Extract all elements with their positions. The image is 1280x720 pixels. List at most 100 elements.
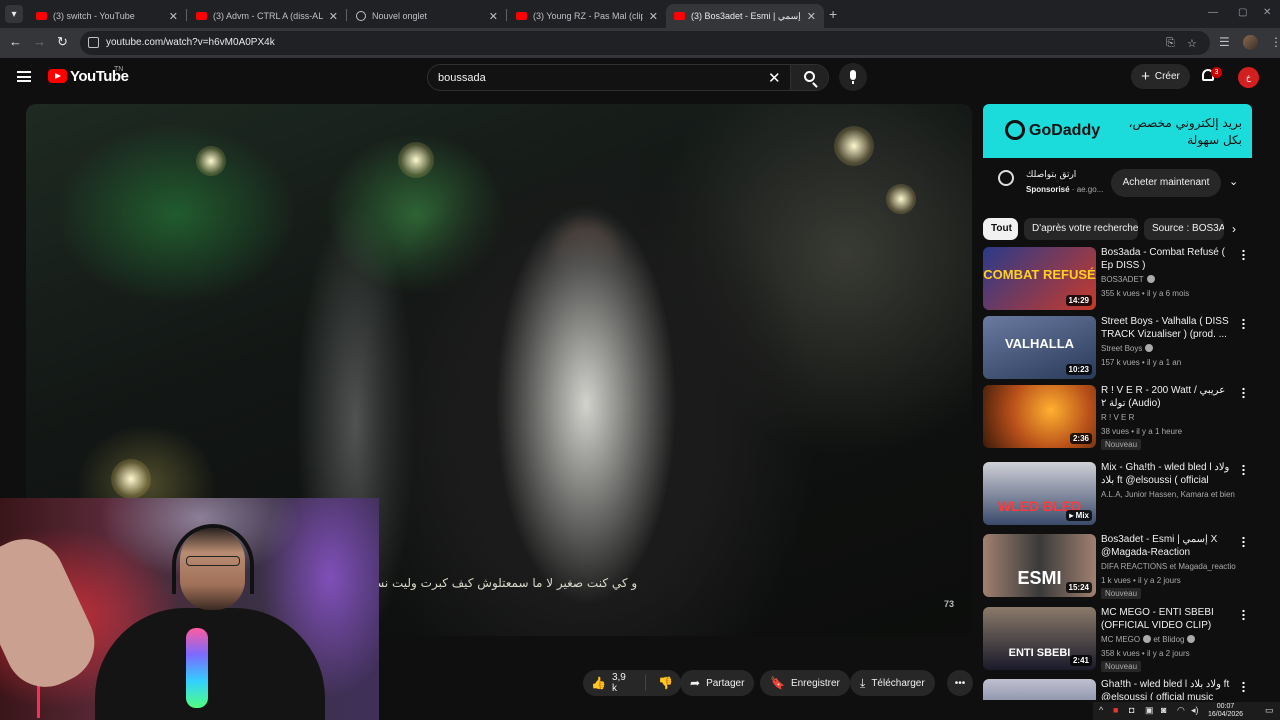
- forward-icon[interactable]: →: [33, 34, 46, 49]
- ad-card[interactable]: GoDaddy بريد إلكتروني مخصص، بكل سهولة ار…: [983, 104, 1252, 208]
- tray-expand-icon[interactable]: ^: [1099, 705, 1103, 715]
- close-icon[interactable]: ✕: [649, 10, 658, 23]
- video-title[interactable]: Street Boys - Valhalla ( DISS TRACK Vizu…: [1101, 315, 1236, 341]
- tray-app-icon[interactable]: ◘: [1129, 705, 1134, 715]
- chip-all[interactable]: Tout: [983, 218, 1018, 240]
- video-thumbnail[interactable]: ESMI 15:24: [983, 534, 1096, 597]
- channel-name[interactable]: A.L.A, Junior Hassen, Kamara et bien plu…: [1101, 490, 1236, 499]
- extensions-icon[interactable]: ☰: [1219, 35, 1230, 49]
- back-icon[interactable]: ←: [9, 34, 22, 49]
- download-button[interactable]: ⤓ Télécharger: [850, 670, 935, 696]
- share-button[interactable]: ➦ Partager: [680, 670, 755, 696]
- more-options-icon[interactable]: [1242, 536, 1245, 548]
- search-button[interactable]: [790, 65, 828, 90]
- duration-badge: 2:41: [1069, 655, 1092, 666]
- ad-banner[interactable]: GoDaddy بريد إلكتروني مخصص، بكل سهولة: [983, 104, 1252, 158]
- close-icon[interactable]: ✕: [489, 10, 498, 23]
- browser-tab[interactable]: Nouvel onglet ✕: [348, 4, 506, 28]
- video-thumbnail[interactable]: [983, 679, 1096, 700]
- search-input[interactable]: boussada: [438, 72, 486, 84]
- channel-name[interactable]: DIFA REACTIONS et Magada_reaction: [1101, 562, 1236, 571]
- video-title[interactable]: Mix - Gha!th - wled bled l ولاد بلاد ft …: [1101, 461, 1236, 487]
- recommended-video[interactable]: VALHALLA 10:23 Street Boys - Valhalla ( …: [983, 314, 1252, 380]
- video-thumbnail[interactable]: ENTI SBEBI 2:41: [983, 607, 1096, 670]
- chevron-down-icon[interactable]: ⌄: [1229, 175, 1238, 188]
- recommended-video[interactable]: 2:36 R ! V E R - 200 Watt / عريبي تولة ٢…: [983, 383, 1252, 450]
- video-thumbnail[interactable]: WLED BLED ▸ Mix: [983, 462, 1096, 525]
- notification-center-icon[interactable]: ▭: [1265, 705, 1274, 716]
- bookmark-star-icon[interactable]: ☆: [1187, 37, 1197, 50]
- profile-avatar[interactable]: [1243, 35, 1258, 50]
- more-options-icon[interactable]: [1242, 681, 1245, 693]
- window-close-icon[interactable]: ✕: [1263, 7, 1271, 18]
- ad-cta-button[interactable]: Acheter maintenant: [1111, 169, 1221, 197]
- chip-search-related[interactable]: D'après votre recherche: [1024, 218, 1138, 240]
- volume-icon[interactable]: ◂): [1191, 705, 1199, 716]
- tray-app-icon[interactable]: ■: [1113, 705, 1118, 715]
- voice-search-button[interactable]: [839, 63, 867, 91]
- more-options-icon[interactable]: [1242, 387, 1245, 399]
- more-options-icon[interactable]: [1242, 318, 1245, 330]
- chevron-right-icon[interactable]: ›: [1232, 222, 1236, 236]
- close-icon[interactable]: ✕: [329, 10, 338, 23]
- close-icon[interactable]: ✕: [169, 10, 178, 23]
- wifi-icon[interactable]: ◠: [1177, 705, 1185, 716]
- new-tab-icon[interactable]: +: [829, 6, 837, 22]
- minimize-icon[interactable]: —: [1208, 7, 1218, 18]
- reload-icon[interactable]: ↻: [57, 34, 68, 50]
- video-watermark: 73: [944, 599, 955, 609]
- mix-badge: ▸ Mix: [1066, 510, 1092, 521]
- recommended-video[interactable]: ENTI SBEBI 2:41 MC MEGO - ENTI SBEBI (OF…: [983, 605, 1252, 672]
- more-options-icon[interactable]: [1242, 609, 1245, 621]
- more-options-icon[interactable]: [1242, 464, 1245, 476]
- ad-title[interactable]: ارتق بتواصلك: [1026, 170, 1076, 180]
- like-count[interactable]: 3,9 k: [612, 672, 633, 694]
- system-clock[interactable]: 00:07 16/04/2026: [1208, 703, 1243, 719]
- browser-menu-icon[interactable]: ⋮: [1270, 35, 1280, 49]
- recommended-video[interactable]: Gha!th - wled bled l ولاد بلاد ft @elsou…: [983, 677, 1252, 700]
- more-actions-button[interactable]: •••: [947, 670, 973, 696]
- maximize-icon[interactable]: ▢: [1238, 7, 1247, 18]
- video-thumbnail[interactable]: 2:36: [983, 385, 1096, 448]
- chip-source[interactable]: Source : BOS3ADET: [1144, 218, 1224, 240]
- hamburger-menu-icon[interactable]: [17, 71, 31, 82]
- site-info-icon[interactable]: [88, 37, 99, 48]
- video-title[interactable]: Bos3ada - Combat Refusé ( Ep DISS ): [1101, 246, 1236, 272]
- video-thumbnail[interactable]: COMBAT REFUSÉ 14:29: [983, 247, 1096, 310]
- recommended-video[interactable]: COMBAT REFUSÉ 14:29 Bos3ada - Combat Ref…: [983, 245, 1252, 311]
- tray-app-icon[interactable]: ◙: [1161, 705, 1166, 715]
- channel-name[interactable]: BOS3ADET: [1101, 275, 1236, 284]
- recommended-video[interactable]: ESMI 15:24 Bos3adet - Esmi | إسمي X @Mag…: [983, 532, 1252, 599]
- video-title[interactable]: Gha!th - wled bled l ولاد بلاد ft @elsou…: [1101, 678, 1236, 700]
- video-title[interactable]: Bos3adet - Esmi | إسمي X @Magada-Reactio…: [1101, 533, 1236, 559]
- tab-search-icon[interactable]: ▾: [5, 5, 23, 23]
- save-button[interactable]: 🔖 Enregistrer: [760, 670, 850, 696]
- youtube-logo-icon[interactable]: [48, 69, 67, 83]
- create-button[interactable]: + Créer: [1131, 64, 1190, 89]
- channel-name[interactable]: R ! V E R: [1101, 413, 1236, 422]
- url-text[interactable]: youtube.com/watch?v=h6vM0A0PX4k: [106, 37, 275, 48]
- background-light: [196, 146, 226, 176]
- browser-tab-active[interactable]: (3) Bos3adet - Esmi | إسمي ( Of ✕: [666, 4, 824, 28]
- upload-age: il y a 6 mois: [1146, 289, 1190, 298]
- video-title[interactable]: MC MEGO - ENTI SBEBI (OFFICIAL VIDEO CLI…: [1101, 606, 1236, 632]
- tray-app-icon[interactable]: ▣: [1145, 705, 1154, 716]
- verified-icon: [1146, 275, 1155, 283]
- browser-tab[interactable]: (3) switch - YouTube ✕: [28, 4, 186, 28]
- install-app-icon[interactable]: ⎘: [1166, 37, 1175, 50]
- thumbs-down-icon[interactable]: 👎: [658, 676, 673, 690]
- browser-tab[interactable]: (3) Advm - CTRL A (diss-ALL) - ✕: [188, 4, 346, 28]
- account-avatar[interactable]: خ: [1238, 67, 1259, 88]
- omnibox[interactable]: youtube.com/watch?v=h6vM0A0PX4k ⎘ ☆: [80, 31, 1210, 55]
- microphone-icon: [850, 70, 856, 84]
- close-icon[interactable]: ✕: [807, 10, 816, 23]
- video-title[interactable]: R ! V E R - 200 Watt / عريبي تولة ٢ (Aud…: [1101, 384, 1236, 410]
- channel-name[interactable]: Street Boys: [1101, 344, 1236, 353]
- more-options-icon[interactable]: [1242, 249, 1245, 261]
- recommended-mix[interactable]: WLED BLED ▸ Mix Mix - Gha!th - wled bled…: [983, 460, 1252, 526]
- thumbs-up-icon[interactable]: 👍: [591, 676, 606, 690]
- browser-tab[interactable]: (3) Young RZ - Pas Mal (clip offi ✕: [508, 4, 666, 28]
- video-thumbnail[interactable]: VALHALLA 10:23: [983, 316, 1096, 379]
- channel-name[interactable]: MC MEGO et Blidog: [1101, 635, 1236, 644]
- clear-search-icon[interactable]: ✕: [768, 69, 781, 87]
